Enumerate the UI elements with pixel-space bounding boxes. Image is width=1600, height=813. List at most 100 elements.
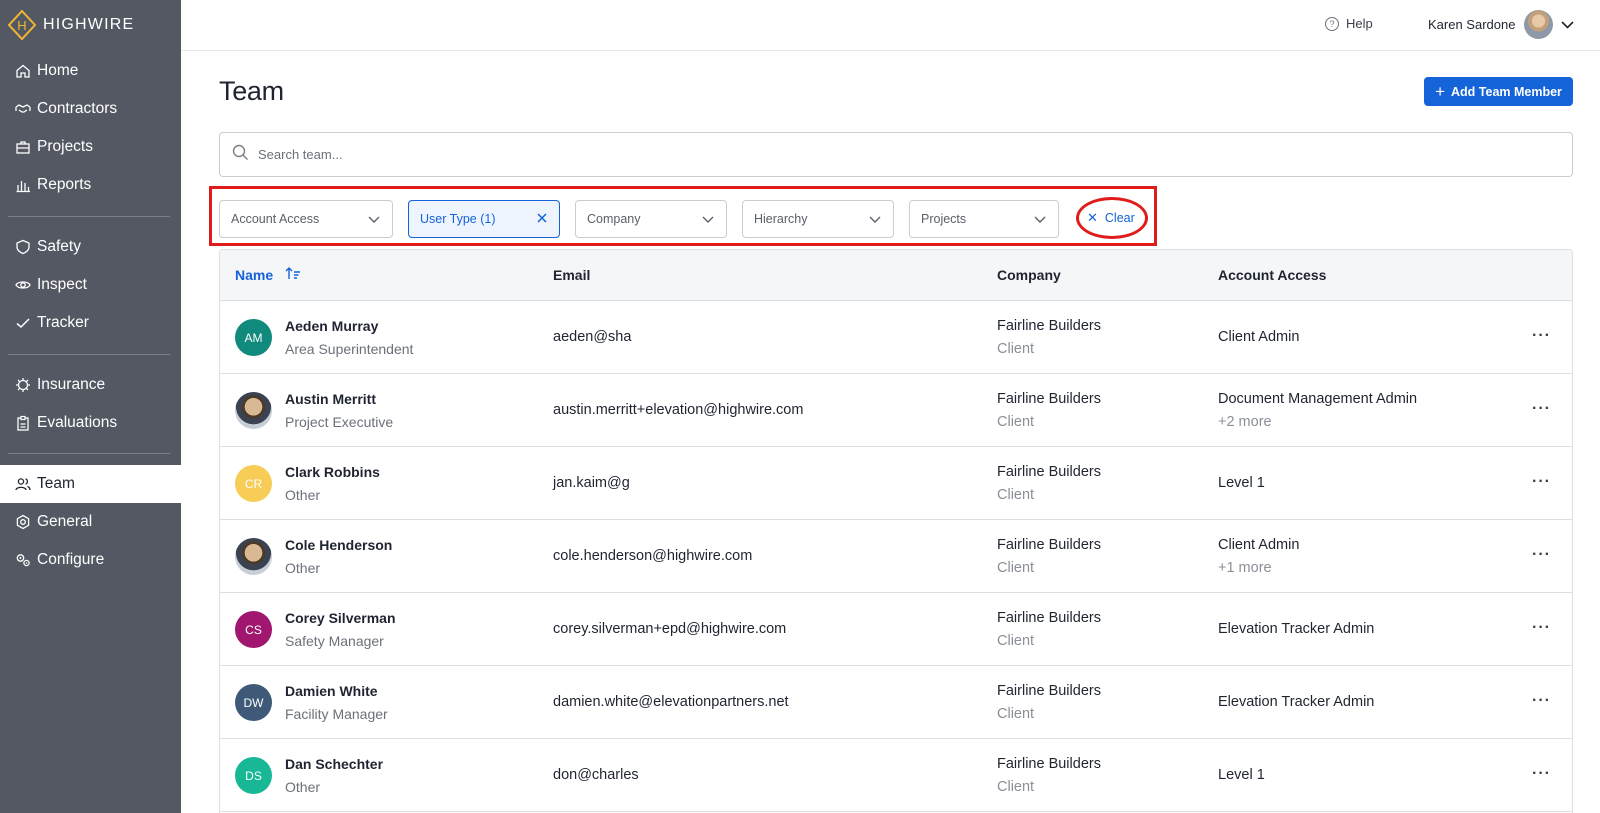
clipboard-icon [14, 415, 31, 432]
close-icon[interactable] [537, 212, 547, 226]
filter-user-type[interactable]: User Type (1) [408, 200, 560, 238]
chevron-down-icon [1034, 212, 1046, 226]
sidebar-item-inspect[interactable]: Inspect [0, 266, 181, 304]
column-header-email[interactable]: Email [553, 267, 590, 283]
topbar [181, 0, 1600, 51]
clear-label: Clear [1104, 211, 1135, 225]
table-row[interactable]: CR Clark Robbins Other jan.kaim@g Fairline B… [220, 447, 1572, 520]
sidebar-item-safety[interactable]: Safety [0, 228, 181, 266]
check-icon [14, 315, 31, 332]
sidebar-divider [8, 354, 170, 355]
avatar [1524, 10, 1554, 39]
member-name[interactable]: Damien White [285, 683, 378, 699]
sidebar: H HIGHWIRE Home Contractors Projects Rep… [0, 0, 181, 813]
sidebar-divider [8, 453, 170, 454]
column-header-company[interactable]: Company [997, 267, 1061, 283]
avatar: AM [235, 319, 272, 356]
table-row[interactable]: Cole Henderson Other cole.henderson@highwi… [220, 520, 1572, 593]
sidebar-item-team[interactable]: Team [0, 465, 181, 503]
member-role: Area Superintendent [285, 341, 414, 357]
sidebar-item-label: Home [37, 62, 79, 79]
table-row[interactable]: DS Dan Schechter Other don@charles Fairline … [220, 739, 1572, 812]
member-account-access: Elevation Tracker Admin [1218, 694, 1375, 710]
avatar-initials: CS [245, 622, 262, 637]
table-row[interactable]: Austin Merritt Project Executive austin.me… [220, 374, 1572, 447]
avatar [235, 392, 272, 429]
sidebar-item-configure[interactable]: Configure [0, 541, 181, 579]
member-company: Fairline Builders [997, 537, 1101, 553]
member-name[interactable]: Austin Merritt [285, 391, 376, 407]
sidebar-item-general[interactable]: General [0, 503, 181, 541]
more-actions-icon[interactable]: ··· [1532, 619, 1551, 637]
search-icon [232, 144, 249, 166]
user-menu[interactable]: Karen Sardone [1428, 10, 1575, 39]
member-email: aeden@sha [553, 329, 632, 345]
help-link[interactable]: ? Help [1325, 16, 1373, 31]
member-company: Fairline Builders [997, 464, 1101, 480]
member-role: Other [285, 487, 321, 503]
member-company-type: Client [997, 341, 1035, 357]
sidebar-item-contractors[interactable]: Contractors [0, 90, 181, 128]
sidebar-item-reports[interactable]: Reports [0, 166, 181, 204]
member-name[interactable]: Clark Robbins [285, 464, 380, 480]
member-email: damien.white@elevationpartners.net [553, 694, 789, 710]
member-account-access-more[interactable]: +1 more [1218, 560, 1272, 576]
member-company-type: Client [997, 779, 1035, 795]
member-name[interactable]: Corey Silverman [285, 610, 396, 626]
sidebar-item-evaluations[interactable]: Evaluations [0, 404, 181, 442]
member-email: don@charles [553, 767, 639, 783]
sidebar-item-label: Team [37, 475, 75, 492]
filter-projects[interactable]: Projects [909, 200, 1059, 238]
member-account-access: Level 1 [1218, 475, 1265, 491]
more-actions-icon[interactable]: ··· [1532, 692, 1551, 710]
more-actions-icon[interactable]: ··· [1532, 400, 1551, 418]
sidebar-item-label: Inspect [37, 276, 87, 293]
member-company: Fairline Builders [997, 391, 1101, 407]
table-row[interactable]: DW Damien White Facility Manager damien.whi… [220, 666, 1572, 739]
member-account-access: Client Admin [1218, 329, 1300, 345]
sidebar-item-home[interactable]: Home [0, 52, 181, 90]
table-row[interactable]: CS Corey Silverman Safety Manager corey.sil… [220, 593, 1572, 666]
table-header: Name Email Company Account Access [220, 250, 1572, 301]
more-actions-icon[interactable]: ··· [1532, 765, 1551, 783]
member-name[interactable]: Cole Henderson [285, 537, 392, 553]
search-input[interactable] [258, 147, 1458, 162]
member-company-type: Client [997, 706, 1035, 722]
chevron-down-icon [869, 212, 881, 226]
filter-company[interactable]: Company [575, 200, 727, 238]
more-actions-icon[interactable]: ··· [1532, 473, 1551, 491]
chevron-down-icon [1561, 17, 1575, 32]
table-row[interactable]: AM Aeden Murray Area Superintendent aeden@s… [220, 301, 1572, 374]
user-name: Karen Sardone [1428, 17, 1516, 32]
member-name[interactable]: Aeden Murray [285, 318, 378, 334]
sidebar-item-tracker[interactable]: Tracker [0, 304, 181, 342]
more-actions-icon[interactable]: ··· [1532, 546, 1551, 564]
sidebar-item-insurance[interactable]: Insurance [0, 366, 181, 404]
sidebar-item-label: Evaluations [37, 414, 118, 431]
sidebar-item-projects[interactable]: Projects [0, 128, 181, 166]
sidebar-item-label: Contractors [37, 100, 118, 117]
brand-logo[interactable]: H HIGHWIRE [8, 10, 134, 40]
avatar: DS [235, 757, 272, 794]
team-table: Name Email Company Account Access AM Aede… [219, 249, 1573, 813]
member-email: jan.kaim@g [553, 475, 630, 491]
avatar-initials: DS [245, 768, 262, 783]
member-account-access: Client Admin [1218, 537, 1300, 553]
column-header-account-access[interactable]: Account Access [1218, 267, 1326, 283]
avatar-initials: CR [244, 476, 263, 491]
avatar: CS [235, 611, 272, 648]
clear-filters-button[interactable]: ✕ Clear [1087, 210, 1135, 226]
add-team-member-button[interactable]: + Add Team Member [1424, 77, 1573, 106]
sort-ascending-icon[interactable] [285, 267, 301, 283]
sidebar-item-label: Configure [37, 551, 105, 568]
column-header-name[interactable]: Name [235, 267, 301, 283]
search-box [219, 132, 1573, 177]
filter-account-access[interactable]: Account Access [219, 200, 393, 238]
filter-hierarchy[interactable]: Hierarchy [742, 200, 894, 238]
member-account-access: Document Management Admin [1218, 391, 1418, 407]
member-role: Other [285, 560, 321, 576]
users-icon [14, 476, 31, 493]
more-actions-icon[interactable]: ··· [1532, 327, 1551, 345]
member-name[interactable]: Dan Schechter [285, 756, 383, 772]
member-account-access-more[interactable]: +2 more [1218, 414, 1272, 430]
